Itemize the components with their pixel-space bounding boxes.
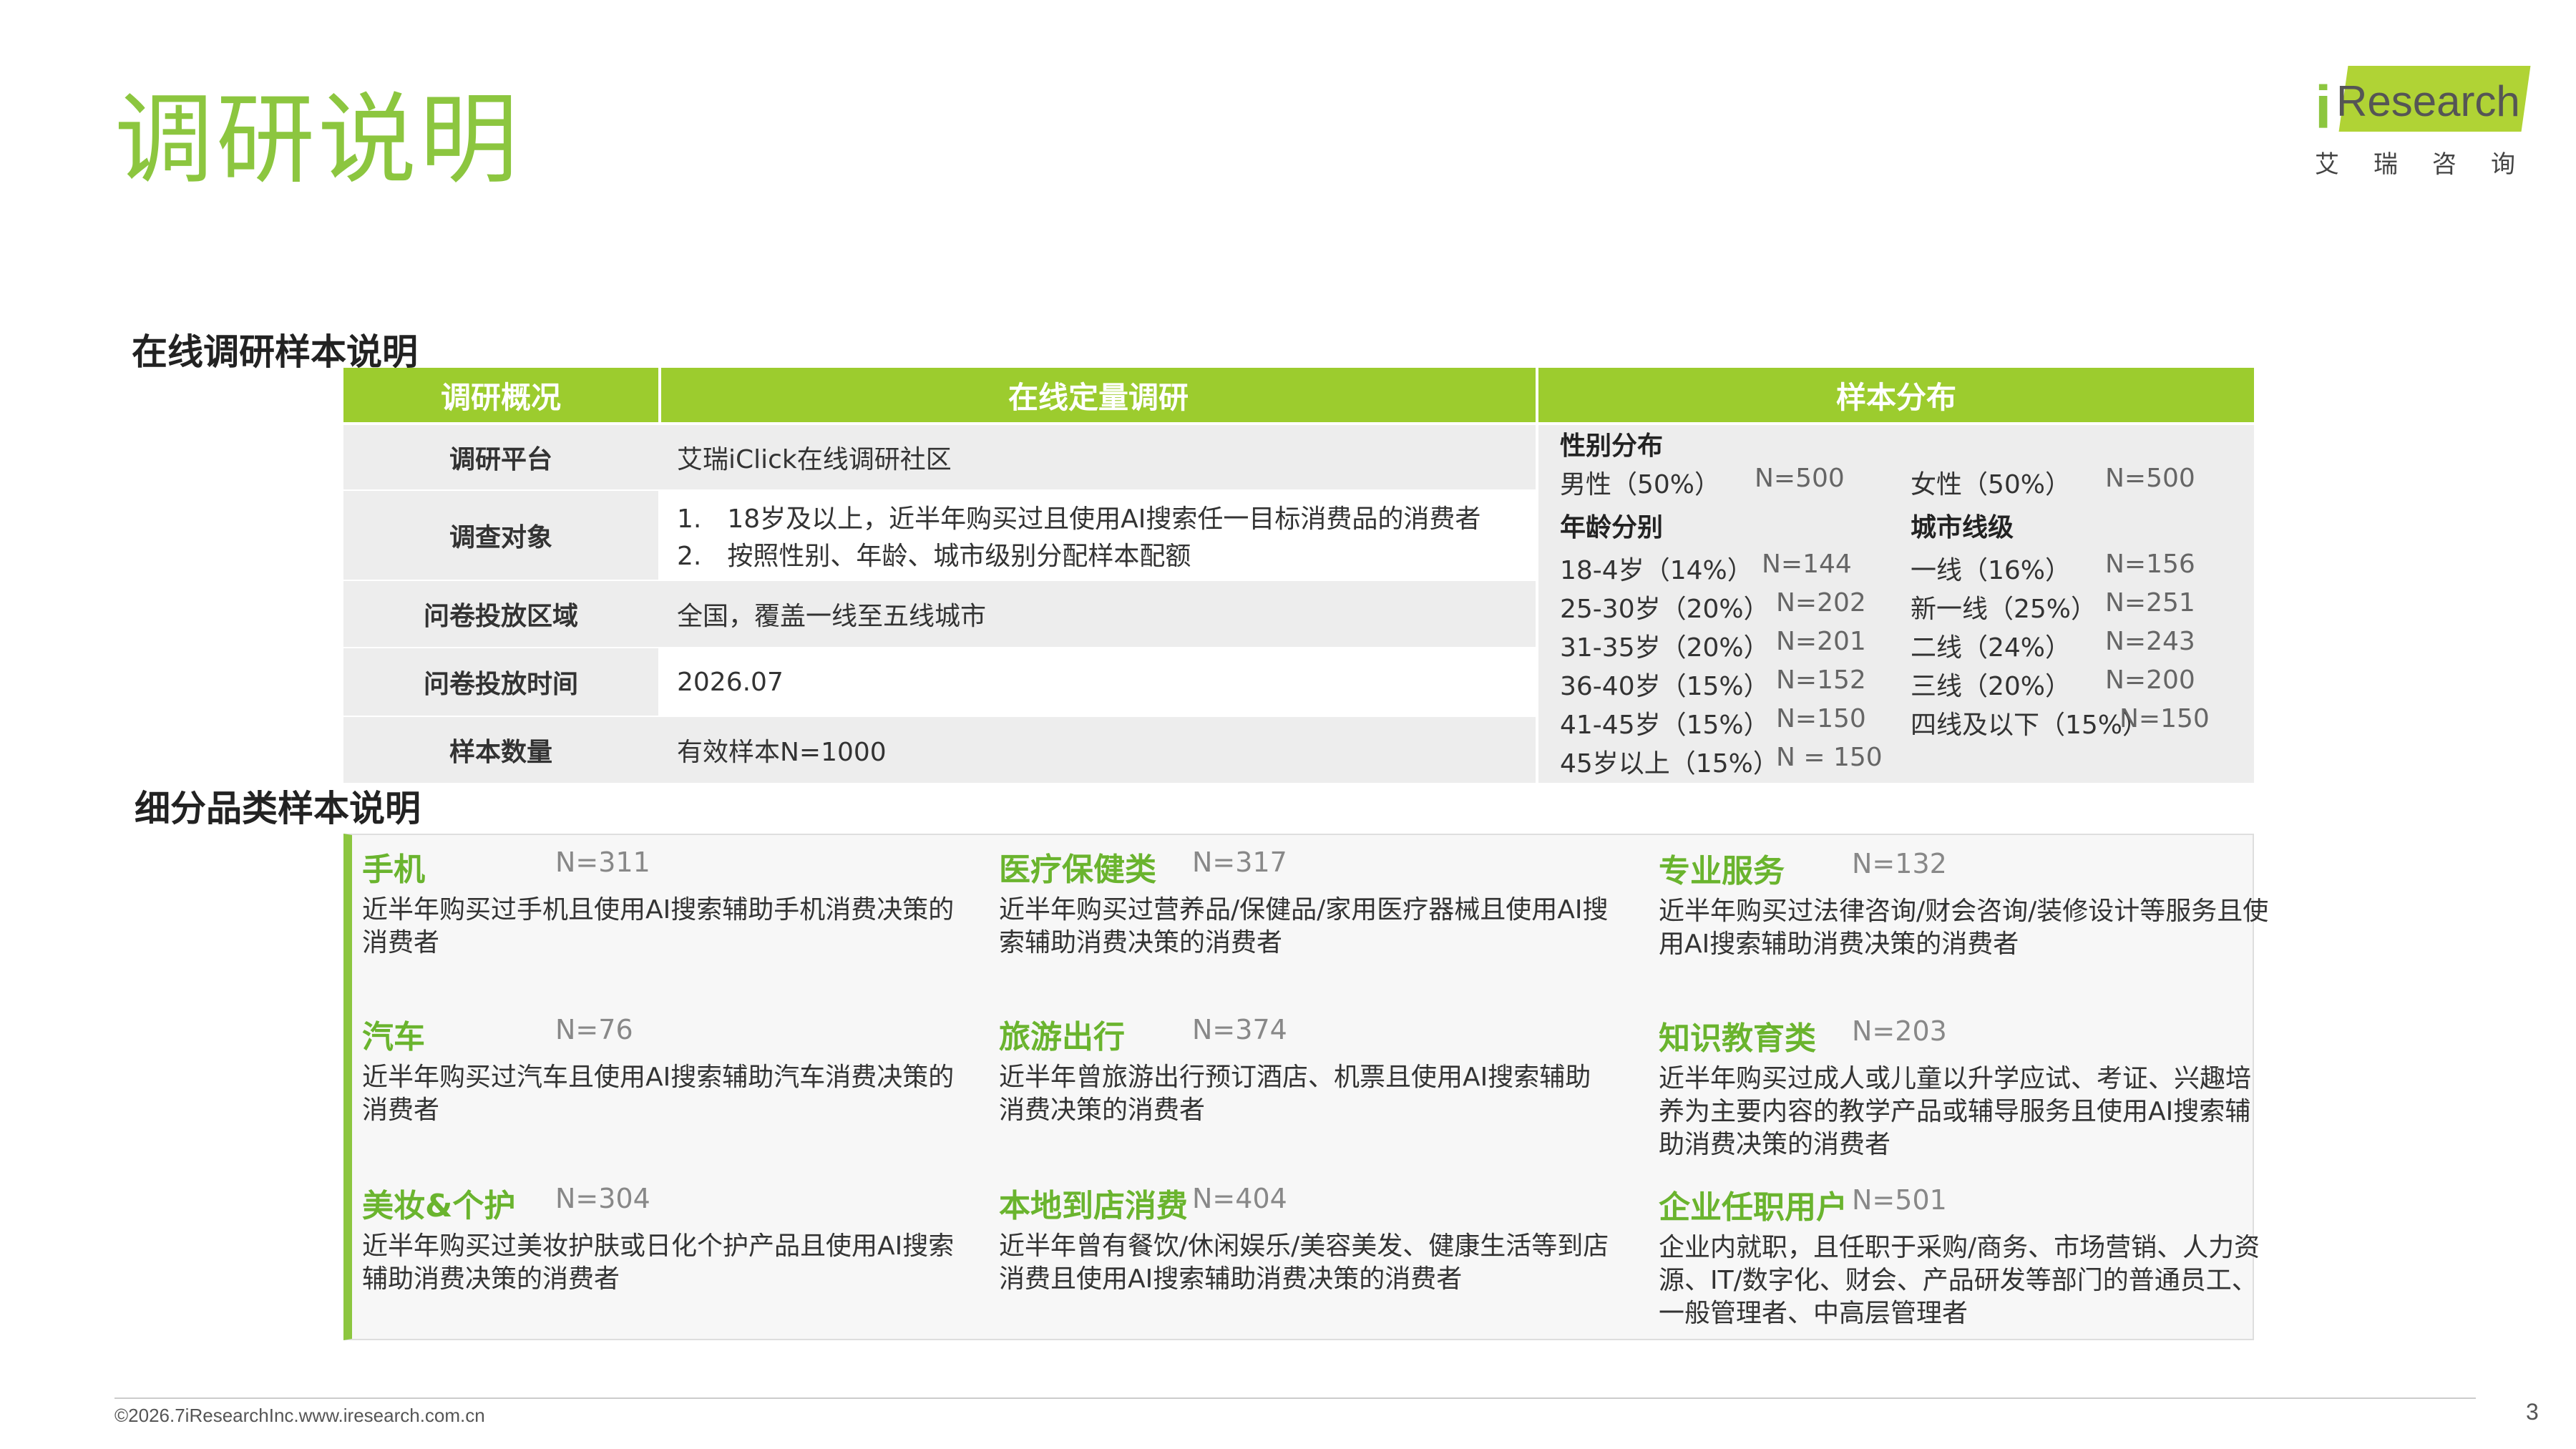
age-item-label: 18-4岁（14%） bbox=[1560, 556, 1753, 585]
gender-item-label: 女性（50%） bbox=[1911, 470, 2072, 499]
category-count: N=304 bbox=[555, 1183, 650, 1214]
category-name: 企业任职用户 bbox=[1659, 1189, 1848, 1226]
header-sample-distribution: 样本分布 bbox=[1538, 368, 2254, 422]
city-item-n: N=150 bbox=[2119, 704, 2210, 733]
gender-item-n: N=500 bbox=[2105, 464, 2195, 493]
table-row-sample-size: 样本数量 有效样本N=1000 bbox=[343, 717, 1536, 783]
age-item-n: N=202 bbox=[1776, 588, 1866, 618]
city-item-label: 三线（20%） bbox=[1911, 672, 2072, 701]
age-item-label: 41-45岁（15%） bbox=[1560, 711, 1770, 740]
row-value-line: 2026.07 bbox=[677, 667, 784, 697]
row-value: 艾瑞iClick在线调研社区 bbox=[661, 425, 1536, 489]
category-name: 专业服务 bbox=[1659, 853, 1785, 889]
city-item-n: N=251 bbox=[2105, 588, 2195, 618]
category-desc: 近半年曾有餐饮/休闲娱乐/美容美发、健康生活等到店消费且使用AI搜索辅助消费决策… bbox=[999, 1231, 1609, 1294]
city-item-label: 二线（24%） bbox=[1911, 633, 2072, 663]
row-label: 样本数量 bbox=[449, 738, 552, 767]
category-count: N=374 bbox=[1192, 1014, 1287, 1045]
row-value: 2026.07 bbox=[661, 648, 1536, 716]
sample-distribution-panel: 性别分布 男性（50%） N=500 女性（50%） N=500 年龄分别 城市… bbox=[1538, 425, 2254, 783]
category-name: 手机 bbox=[362, 852, 425, 888]
logo-brand-text: Research bbox=[2336, 77, 2520, 125]
table-row-time: 问卷投放时间 2026.07 bbox=[343, 648, 1536, 716]
category-name: 旅游出行 bbox=[999, 1019, 1125, 1055]
city-item-label: 四线及以下（15%） bbox=[1911, 711, 2149, 740]
age-item-n: N = 150 bbox=[1776, 743, 1883, 772]
row-value: 1. 18岁及以上，近半年购买过且使用AI搜索任一目标消费品的消费者 2. 按照… bbox=[661, 491, 1536, 580]
category-desc: 近半年购买过手机且使用AI搜索辅助手机消费决策的消费者 bbox=[362, 895, 955, 957]
city-item-label: 新一线（25%） bbox=[1911, 595, 2097, 624]
category-desc: 近半年购买过汽车且使用AI搜索辅助汽车消费决策的消费者 bbox=[362, 1063, 955, 1125]
city-item-n: N=156 bbox=[2105, 550, 2195, 579]
footer-copyright: ©2026.7iResearchInc.www.iresearch.com.cn bbox=[114, 1405, 485, 1426]
category-desc: 近半年购买过美妆护肤或日化个护产品且使用AI搜索辅助消费决策的消费者 bbox=[362, 1231, 955, 1294]
category-desc: 近半年购买过法律咨询/财会咨询/装修设计等服务且使用AI搜索辅助消费决策的消费者 bbox=[1659, 897, 2269, 959]
row-value: 有效样本N=1000 bbox=[661, 717, 1536, 783]
age-item-label: 36-40岁（15%） bbox=[1560, 672, 1770, 701]
category-section-title: 细分品类样本说明 bbox=[135, 788, 421, 829]
row-value-line: 有效样本N=1000 bbox=[677, 738, 887, 767]
row-value-line: 全国，覆盖一线至五线城市 bbox=[677, 602, 987, 631]
category-name: 医疗保健类 bbox=[999, 852, 1156, 888]
category-count: N=132 bbox=[1852, 848, 1947, 879]
gender-item-label: 男性（50%） bbox=[1560, 470, 1721, 499]
age-item-n: N=152 bbox=[1776, 665, 1866, 695]
row-label: 调研平台 bbox=[449, 445, 552, 474]
header-online-quant: 在线定量调研 bbox=[661, 368, 1536, 422]
row-value: 全国，覆盖一线至五线城市 bbox=[661, 581, 1536, 647]
table-row-platform: 调研平台 艾瑞iClick在线调研社区 bbox=[343, 425, 1536, 489]
age-title: 年龄分别 bbox=[1560, 513, 1664, 542]
category-name: 本地到店消费 bbox=[999, 1188, 1188, 1224]
age-item-label: 45岁以上（15%） bbox=[1560, 749, 1779, 779]
category-count: N=501 bbox=[1852, 1184, 1947, 1216]
city-item-n: N=200 bbox=[2105, 665, 2195, 695]
category-desc: 企业内就职，且任职于采购/商务、市场营销、人力资源、IT/数字化、财会、产品研发… bbox=[1659, 1233, 2260, 1328]
category-count: N=203 bbox=[1852, 1015, 1947, 1047]
gender-title: 性别分布 bbox=[1560, 431, 1664, 461]
category-count: N=311 bbox=[555, 847, 650, 878]
row-value-line: 1. 18岁及以上，近半年购买过且使用AI搜索任一目标消费品的消费者 bbox=[677, 504, 1481, 534]
category-count: N=76 bbox=[555, 1014, 633, 1045]
row-label: 问卷投放区域 bbox=[423, 602, 578, 631]
category-count: N=317 bbox=[1192, 847, 1287, 878]
category-desc: 近半年购买过营养品/保健品/家用医疗器械且使用AI搜索辅助消费决策的消费者 bbox=[999, 895, 1609, 957]
age-item-n: N=201 bbox=[1776, 627, 1866, 656]
iresearch-logo: i Research 艾瑞咨询 bbox=[2315, 66, 2550, 187]
category-name: 汽车 bbox=[362, 1019, 425, 1055]
row-value-line: 艾瑞iClick在线调研社区 bbox=[677, 445, 952, 474]
header-overview: 调研概况 bbox=[343, 368, 658, 422]
table-row-target: 调查对象 1. 18岁及以上，近半年购买过且使用AI搜索任一目标消费品的消费者 … bbox=[343, 491, 1536, 580]
city-item-n: N=243 bbox=[2105, 627, 2195, 656]
table-row-region: 问卷投放区域 全国，覆盖一线至五线城市 bbox=[343, 581, 1536, 647]
category-desc: 近半年购买过成人或儿童以升学应试、考证、兴趣培养为主要内容的教学产品或辅导服务且… bbox=[1659, 1064, 2252, 1159]
category-count: N=404 bbox=[1192, 1183, 1287, 1214]
age-item-label: 25-30岁（20%） bbox=[1560, 595, 1770, 624]
category-desc: 近半年曾旅游出行预订酒店、机票且使用AI搜索辅助消费决策的消费者 bbox=[999, 1063, 1591, 1125]
row-label: 问卷投放时间 bbox=[343, 648, 658, 716]
gender-item-n: N=500 bbox=[1755, 464, 1845, 493]
age-item-n: N=150 bbox=[1776, 704, 1866, 733]
age-item-label: 31-35岁（20%） bbox=[1560, 633, 1770, 663]
footer-divider bbox=[114, 1397, 2476, 1399]
city-title: 城市线级 bbox=[1911, 513, 2014, 542]
category-name: 知识教育类 bbox=[1659, 1020, 1816, 1057]
row-value-line: 2. 按照性别、年龄、城市级别分配样本配额 bbox=[677, 542, 1191, 571]
category-name: 美妆&个护 bbox=[362, 1188, 516, 1224]
category-panel: 手机 N=311 近半年购买过手机且使用AI搜索辅助手机消费决策的消费者 医疗保… bbox=[343, 834, 2268, 1340]
logo-subtitle: 艾瑞咨询 bbox=[2315, 150, 2550, 179]
page-number: 3 bbox=[2526, 1399, 2539, 1425]
row-label: 调查对象 bbox=[343, 491, 658, 580]
city-item-label: 一线（16%） bbox=[1911, 556, 2072, 585]
page-title: 调研说明 bbox=[114, 82, 522, 197]
age-item-n: N=144 bbox=[1762, 550, 1852, 579]
